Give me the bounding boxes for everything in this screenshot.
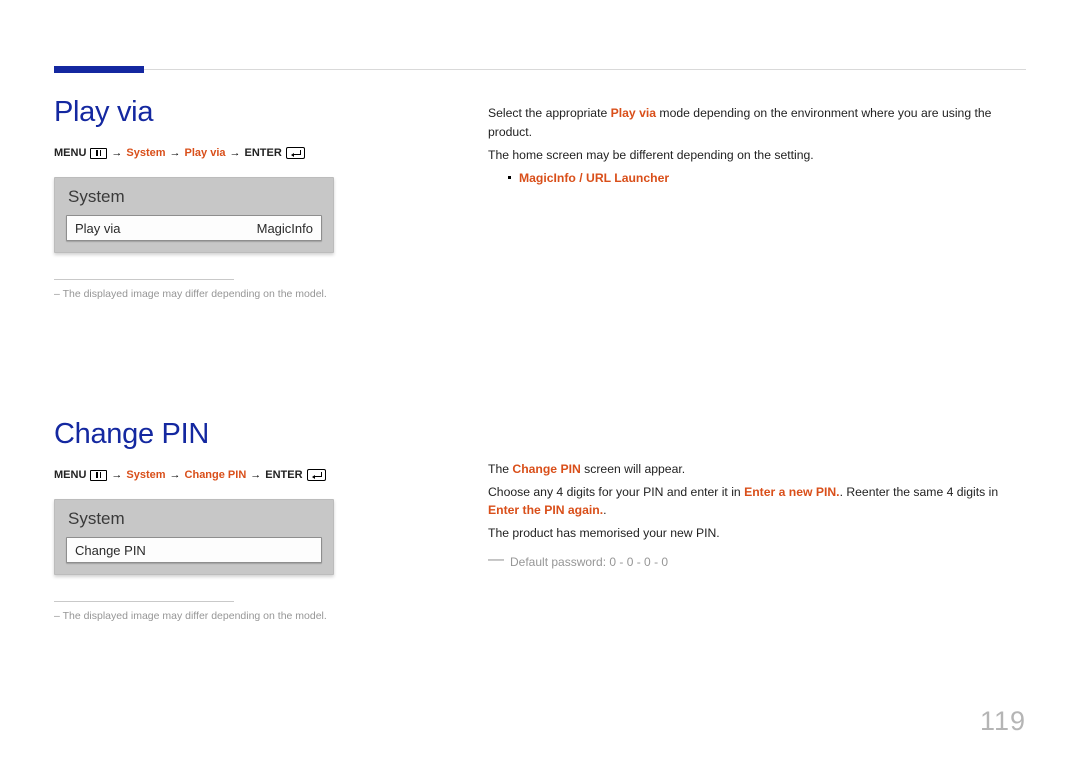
desc-text: . — [603, 503, 606, 517]
osd-row-change-pin: Change PIN — [66, 537, 322, 563]
osd-panel-title: System — [66, 509, 322, 529]
path-enter-label: ENTER — [265, 469, 302, 481]
path-system: System — [126, 469, 165, 481]
desc-text: Choose any 4 digits for your PIN and ent… — [488, 485, 744, 499]
note-dash-icon: ― — [488, 554, 504, 566]
osd-row-label: Change PIN — [75, 543, 146, 558]
path-enter-label: ENTER — [245, 147, 282, 159]
arrow-icon: → — [170, 147, 181, 159]
desc-line: The home screen may be different dependi… — [488, 146, 1026, 165]
desc-emphasis: Change PIN — [512, 462, 580, 476]
desc-emphasis: Enter the PIN again. — [488, 503, 603, 517]
bullet-icon — [508, 176, 511, 179]
enter-icon — [286, 147, 305, 159]
path-menu-label: MENU — [54, 147, 86, 159]
footnote-change-pin: The displayed image may differ depending… — [54, 610, 416, 622]
arrow-icon: → — [111, 147, 122, 159]
section-title-play-via: Play via — [54, 96, 416, 129]
content-columns: Play via MENU → System → Play via → ENTE… — [54, 96, 1026, 622]
bullet-text: MagicInfo / URL Launcher — [519, 169, 669, 188]
desc-text: The — [488, 462, 512, 476]
arrow-icon: → — [111, 469, 122, 481]
path-system: System — [126, 147, 165, 159]
desc-text: screen will appear. — [581, 462, 685, 476]
osd-panel-title: System — [66, 187, 322, 207]
desc-emphasis: Play via — [611, 106, 656, 120]
description-change-pin: The Change PIN screen will appear. Choos… — [488, 460, 1026, 572]
path-menu-label: MENU — [54, 469, 86, 481]
menu-icon — [90, 470, 107, 481]
menu-path-play-via: MENU → System → Play via → ENTER — [54, 147, 416, 159]
desc-text: . Reenter the same 4 digits in — [840, 485, 999, 499]
section-title-change-pin: Change PIN — [54, 418, 416, 451]
page-number: 119 — [980, 706, 1026, 737]
header-rule — [54, 69, 1026, 70]
osd-panel-change-pin: System Change PIN — [54, 499, 334, 575]
menu-icon — [90, 148, 107, 159]
footnote-rule — [54, 279, 234, 280]
section-gap — [54, 300, 416, 418]
note-text: Default password: 0 - 0 - 0 - 0 — [510, 553, 668, 572]
spacer — [488, 188, 1026, 460]
left-column: Play via MENU → System → Play via → ENTE… — [54, 96, 416, 622]
osd-panel-play-via: System Play via MagicInfo — [54, 177, 334, 253]
osd-row-label: Play via — [75, 221, 121, 236]
footnote-play-via: The displayed image may differ depending… — [54, 288, 416, 300]
desc-line: The Change PIN screen will appear. — [488, 460, 1026, 479]
right-column: Select the appropriate Play via mode dep… — [488, 96, 1026, 622]
default-password-note: ― Default password: 0 - 0 - 0 - 0 — [488, 553, 1026, 572]
manual-page: Play via MENU → System → Play via → ENTE… — [0, 0, 1080, 652]
footnote-rule — [54, 601, 234, 602]
desc-line: The product has memorised your new PIN. — [488, 524, 1026, 543]
osd-row-play-via: Play via MagicInfo — [66, 215, 322, 241]
desc-line: Select the appropriate Play via mode dep… — [488, 104, 1026, 142]
description-play-via: Select the appropriate Play via mode dep… — [488, 104, 1026, 188]
arrow-icon: → — [170, 469, 181, 481]
arrow-icon: → — [230, 147, 241, 159]
osd-row-value: MagicInfo — [257, 221, 313, 236]
path-item: Play via — [185, 147, 226, 159]
header-marker — [54, 66, 144, 73]
desc-line: Choose any 4 digits for your PIN and ent… — [488, 483, 1026, 521]
path-item: Change PIN — [185, 469, 247, 481]
enter-icon — [307, 469, 326, 481]
menu-path-change-pin: MENU → System → Change PIN → ENTER — [54, 469, 416, 481]
desc-text: Select the appropriate — [488, 106, 611, 120]
desc-bullet: MagicInfo / URL Launcher — [488, 169, 1026, 188]
arrow-icon: → — [250, 469, 261, 481]
desc-emphasis: Enter a new PIN. — [744, 485, 840, 499]
